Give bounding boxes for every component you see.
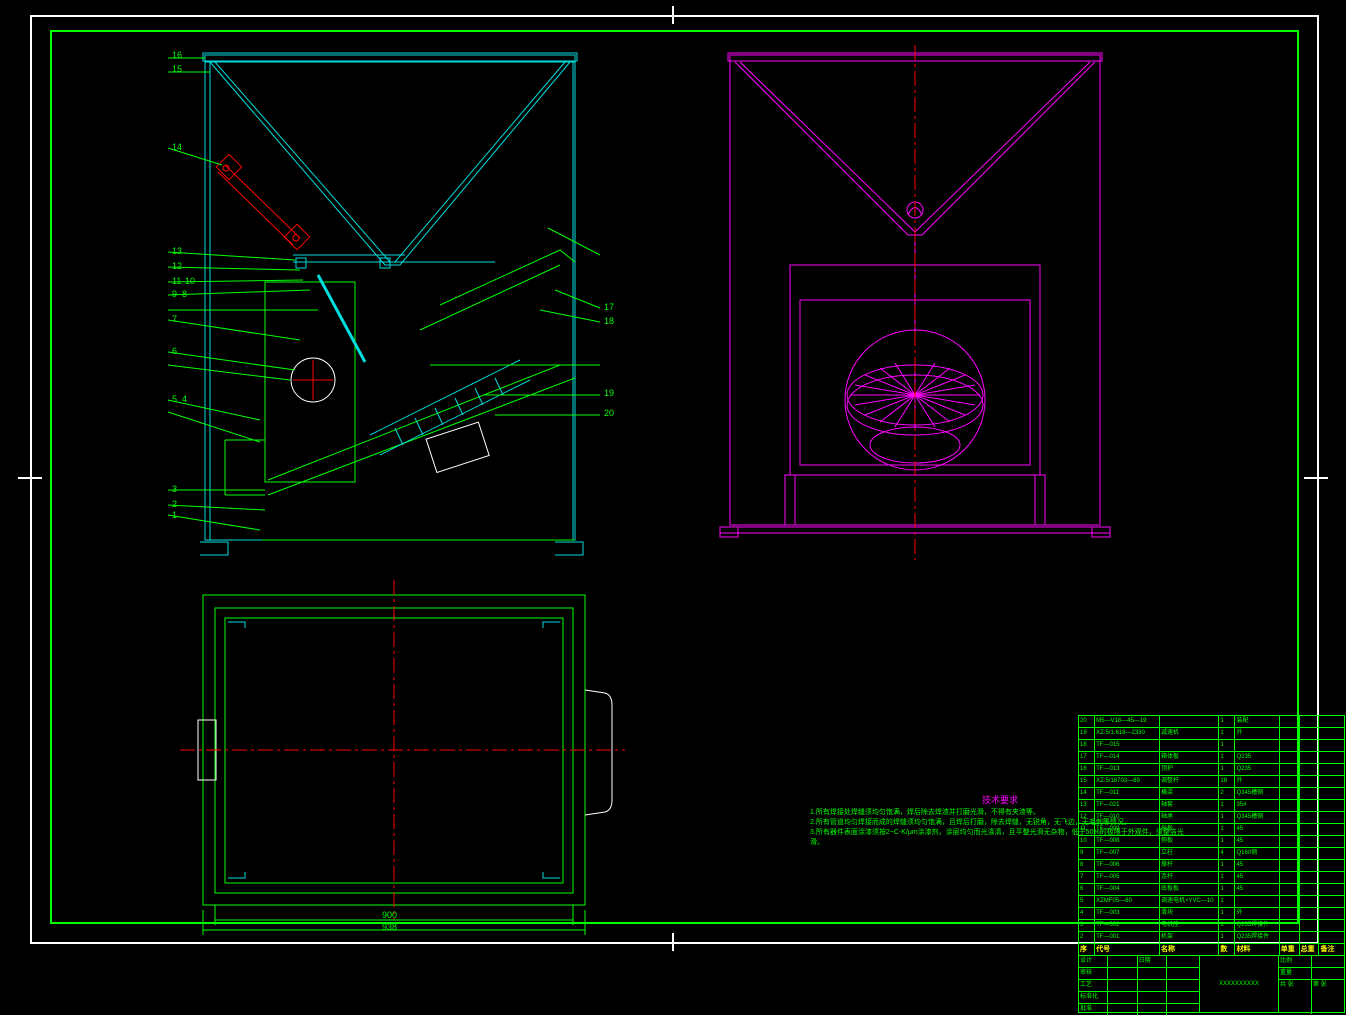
bom-row: 12TF—010轴承1Q345槽钢 bbox=[1079, 812, 1344, 824]
bom-row: 14TF—011横梁2Q345槽钢 bbox=[1079, 788, 1344, 800]
tb-date: 日期 bbox=[1138, 956, 1167, 967]
hdr-note: 备注 bbox=[1319, 944, 1344, 955]
hdr-no: 序号 bbox=[1079, 944, 1095, 955]
hdr-w1: 单重 bbox=[1280, 944, 1300, 955]
tb-scale: 比例 bbox=[1279, 956, 1312, 967]
callout-15: 15 bbox=[172, 64, 182, 74]
bom-header-row: 序号 代号 名称 数量 材料 单重 总重 备注 bbox=[1079, 944, 1344, 956]
bom-row: 19XZ.5/1.618—2330减速机1外 bbox=[1079, 728, 1344, 740]
tb-weight: 重量 bbox=[1279, 968, 1312, 979]
hdr-code: 代号 bbox=[1095, 944, 1160, 955]
tb-proc: 工艺 bbox=[1079, 980, 1108, 991]
title-block-area: 20M5—V18—45—191装配19XZ.5/1.618—2330减速机1外1… bbox=[1078, 715, 1345, 1013]
dim-width2: 938 bbox=[382, 922, 397, 932]
hdr-qty: 数量 bbox=[1219, 944, 1235, 955]
callout-6: 6 bbox=[172, 346, 177, 356]
hdr-w2: 总重 bbox=[1300, 944, 1320, 955]
bom-row: 20M5—V18—45—191装配 bbox=[1079, 716, 1344, 728]
titleblock-lower: 设计 日期 审核 工艺 标准化 批准 XXXXXXXXXX 比例 重量 共 张第 … bbox=[1079, 956, 1344, 1012]
hdr-name: 名称 bbox=[1160, 944, 1219, 955]
callout-4: 4 bbox=[182, 394, 187, 404]
cad-drawing-page: 16 15 14 13 12 11 10 9 8 7 6 5 4 3 2 1 1… bbox=[0, 0, 1346, 957]
callout-8: 8 bbox=[182, 289, 187, 299]
bom-row: 5XZMF05—80调速电机×YVC—101 bbox=[1079, 896, 1344, 908]
tb-check: 审核 bbox=[1079, 968, 1108, 979]
bom-row: 9TF—007立柱4Q160钢 bbox=[1079, 848, 1344, 860]
callout-19: 19 bbox=[604, 388, 614, 398]
tb-appr: 批准 bbox=[1079, 1004, 1108, 1015]
callout-1: 1 bbox=[172, 510, 177, 520]
drawing-title: XXXXXXXXXX bbox=[1200, 956, 1279, 1012]
callout-14: 14 bbox=[172, 142, 182, 152]
callout-11: 11 bbox=[172, 276, 181, 286]
callout-10: 10 bbox=[185, 276, 195, 286]
callout-13: 13 bbox=[172, 246, 182, 256]
bom-row: 18TF—0151 bbox=[1079, 740, 1344, 752]
bom-row: 17TF—014箱体板1Q235 bbox=[1079, 752, 1344, 764]
bom-row: 8TF—006撑杆145 bbox=[1079, 860, 1344, 872]
callout-9: 9 bbox=[172, 289, 177, 299]
bom-row: 15XZ.5/18703—89调整杆18外 bbox=[1079, 776, 1344, 788]
bom-row: 13TF—021轴套135# bbox=[1079, 800, 1344, 812]
bom-row: 10TF—008侧板145 bbox=[1079, 836, 1344, 848]
tb-sheet: 第 张 bbox=[1312, 980, 1344, 1014]
bom-table: 20M5—V18—45—191装配19XZ.5/1.618—2330减速机1外1… bbox=[1078, 715, 1345, 1013]
bom-row: 11TF—009挡板145 bbox=[1079, 824, 1344, 836]
center-mark-bottom bbox=[672, 933, 674, 951]
center-mark-right bbox=[1304, 477, 1328, 479]
tb-sheets: 共 张 bbox=[1279, 980, 1312, 1014]
dim-width: 900 bbox=[382, 910, 397, 920]
bom-row: 6TF—004底板板145 bbox=[1079, 884, 1344, 896]
tb-std: 标准化 bbox=[1079, 992, 1108, 1003]
callout-2: 2 bbox=[172, 499, 177, 509]
hdr-mat: 材料 bbox=[1235, 944, 1279, 955]
callout-5: 5 bbox=[172, 394, 177, 404]
bom-row: 7TF—005连杆145 bbox=[1079, 872, 1344, 884]
tb-design: 设计 bbox=[1079, 956, 1108, 967]
bom-row: 16TF—013顶护1Q235 bbox=[1079, 764, 1344, 776]
callout-17: 17 bbox=[604, 302, 614, 312]
callout-12: 12 bbox=[172, 261, 182, 271]
callout-20: 20 bbox=[604, 408, 614, 418]
bom-row: 3TF—002电机座1Q235焊接件 bbox=[1079, 920, 1344, 932]
center-mark-left bbox=[18, 477, 42, 479]
bom-row: 2TF—001机架1Q235焊接件 bbox=[1079, 932, 1344, 944]
center-mark-top bbox=[672, 6, 674, 24]
bom-row: 4TF—003滑块1外 bbox=[1079, 908, 1344, 920]
callout-18: 18 bbox=[604, 316, 614, 326]
callout-7: 7 bbox=[172, 314, 177, 324]
callout-3: 3 bbox=[172, 484, 177, 494]
callout-16: 16 bbox=[172, 50, 182, 60]
